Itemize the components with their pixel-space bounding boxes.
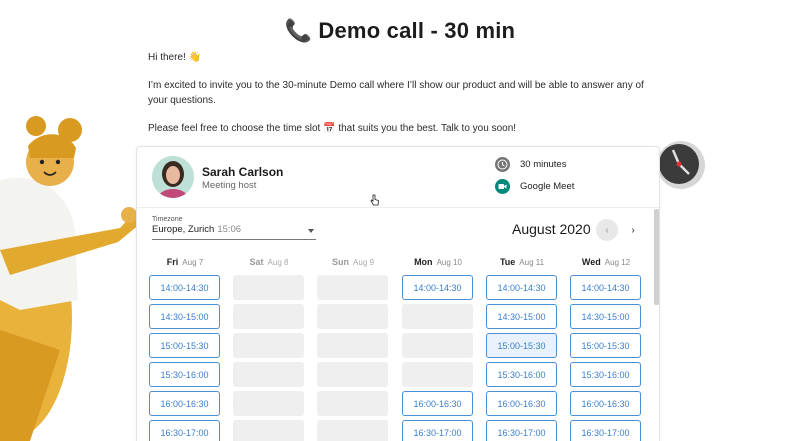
time-slot-button[interactable]: 14:30-15:00 (149, 304, 220, 329)
day-date: Aug 7 (182, 258, 204, 267)
time-slot-button[interactable]: 14:30-15:00 (486, 304, 557, 329)
unavailable-slot (402, 362, 473, 387)
day-header: Wed Aug 12 (570, 257, 642, 273)
time-slot-button[interactable]: 14:00-14:30 (402, 275, 473, 300)
host-role: Meeting host (202, 180, 257, 191)
time-slot-button[interactable]: 16:30-17:00 (402, 420, 473, 441)
day-name: Fri (166, 257, 179, 267)
host-name: Sarah Carlson (202, 165, 284, 179)
unavailable-slot (317, 420, 388, 441)
unavailable-slot (233, 333, 304, 358)
page-title: 📞 Demo call - 30 min (284, 18, 516, 43)
time-slot-button[interactable]: 16:30-17:00 (486, 420, 557, 441)
day-header: Sat Aug 8 (233, 257, 305, 273)
day-name: Tue (499, 257, 516, 267)
unavailable-slot (317, 362, 388, 387)
time-slot-button[interactable]: 15:00-15:30 (486, 333, 557, 358)
duration-label: 30 minutes (520, 159, 567, 170)
unavailable-slot (233, 362, 304, 387)
day-date: Aug 8 (267, 258, 289, 267)
timezone-label: Timezone (152, 216, 183, 223)
day-header: Mon Aug 10 (402, 257, 474, 273)
duration-row: 30 minutes (495, 157, 566, 172)
time-slot-button[interactable]: 14:00-14:30 (486, 275, 557, 300)
unavailable-slot (317, 275, 388, 300)
time-slot-button[interactable]: 14:00-14:30 (149, 275, 220, 300)
time-slot-button[interactable]: 14:30-15:00 (570, 304, 641, 329)
time-slot-button[interactable]: 15:30-16:00 (486, 362, 557, 387)
time-slot-button[interactable]: 16:00-16:30 (486, 391, 557, 416)
time-slot-button[interactable]: 16:30-17:00 (570, 420, 641, 441)
unavailable-slot (402, 304, 473, 329)
day-column: Wed Aug 12 14:00-14:30 14:30-15:00 15:00-15:… (570, 257, 642, 441)
day-column: Sat Aug 8 (233, 257, 305, 441)
intro-paragraph-2: Please feel free to choose the time slot… (148, 123, 517, 134)
clock-illustration (657, 141, 705, 189)
greeting: Hi there! 👋 (148, 52, 202, 63)
day-header: Fri Aug 7 (149, 257, 221, 273)
next-month-button[interactable]: › (622, 219, 644, 241)
chevron-left-icon: ‹ (605, 224, 609, 236)
prev-month-button[interactable]: ‹ (596, 219, 618, 241)
scrollbar[interactable] (654, 209, 659, 305)
unavailable-slot (317, 333, 388, 358)
timezone-select[interactable]: Europe, Zurich 15:06 (152, 224, 316, 240)
intro-paragraph: I’m excited to invite you to the 30-minu… (148, 80, 644, 106)
time-slot-button[interactable]: 16:00-16:30 (402, 391, 473, 416)
chevron-right-icon: › (631, 224, 635, 236)
month-label: August 2020 (512, 221, 591, 237)
unavailable-slot (317, 391, 388, 416)
unavailable-slot (233, 275, 304, 300)
intro-text: Hi there! 👋 I’m excited to invite you to… (148, 50, 658, 149)
unavailable-slot (233, 304, 304, 329)
unavailable-slot (233, 391, 304, 416)
platform-row: Google Meet (495, 179, 574, 194)
mouse-cursor-icon (370, 194, 380, 209)
unavailable-slot (233, 420, 304, 441)
avatar (152, 156, 194, 198)
timezone-value: Europe, Zurich (152, 224, 215, 235)
time-slot-button[interactable]: 16:30-17:00 (149, 420, 220, 441)
google-meet-icon (495, 179, 510, 194)
clock-icon (495, 157, 510, 172)
dropdown-caret-icon (308, 229, 314, 233)
day-header: Tue Aug 11 (486, 257, 558, 273)
day-name: Wed (581, 257, 601, 267)
host-section: Sarah Carlson Meeting host 30 minutes Go… (137, 147, 659, 208)
character-illustration (0, 116, 140, 441)
day-header: Sun Aug 9 (317, 257, 389, 273)
unavailable-slot (317, 304, 388, 329)
day-column: Sun Aug 9 (317, 257, 389, 441)
day-name: Sun (332, 257, 350, 267)
day-column: Tue Aug 11 14:00-14:30 14:30-15:00 15:00-15:… (486, 257, 558, 441)
time-slot-button[interactable]: 16:00-16:30 (149, 391, 220, 416)
day-date: Aug 10 (436, 258, 462, 267)
time-slot-button[interactable]: 15:00-15:30 (149, 333, 220, 358)
time-slot-button[interactable]: 14:00-14:30 (570, 275, 641, 300)
unavailable-slot (402, 333, 473, 358)
time-slot-button[interactable]: 15:30-16:00 (570, 362, 641, 387)
day-date: Aug 9 (353, 258, 374, 267)
day-name: Mon (414, 257, 433, 267)
day-date: Aug 12 (604, 258, 631, 267)
booking-card: Sarah Carlson Meeting host 30 minutes Go… (136, 146, 660, 441)
day-column: Mon Aug 10 14:00-14:30 16:00-16:30 16:30-17:… (402, 257, 474, 441)
timezone-time: 15:06 (217, 224, 242, 235)
phone-icon: 📞 (284, 18, 313, 43)
day-date: Aug 11 (519, 258, 545, 267)
time-slot-button[interactable]: 15:30-16:00 (149, 362, 220, 387)
platform-label: Google Meet (520, 181, 575, 192)
day-column: Fri Aug 7 14:00-14:30 14:30-15:00 15:00-15:3… (149, 257, 221, 441)
day-name: Sat (249, 257, 264, 267)
time-slot-button[interactable]: 16:00-16:30 (570, 391, 641, 416)
time-slot-button[interactable]: 15:00-15:30 (570, 333, 641, 358)
